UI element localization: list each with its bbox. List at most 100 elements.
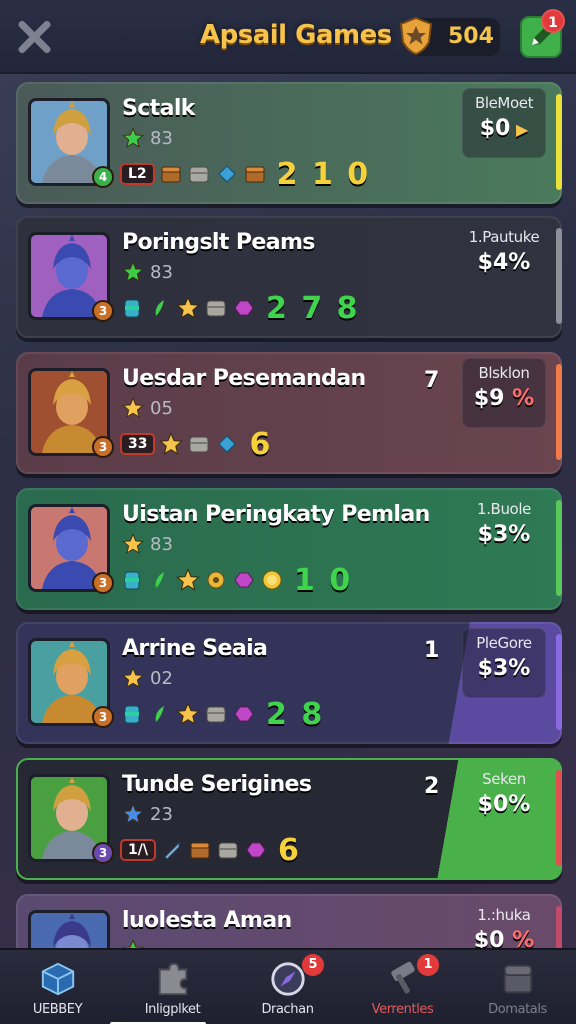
leaderboard-card[interactable]: 3 Tunde Serigines 23 1/\ 6 2 Seken $0%: [16, 758, 562, 880]
level-badge: 3: [92, 436, 114, 458]
nav-tab-uebbey[interactable]: UEBBEY: [0, 950, 115, 1024]
reward-value: $0 %: [462, 928, 546, 948]
leaderboard-list: 4 Sctalk 83 L2 2 1 0 BleMoet $0 ▶ 3 Poringslt Pe…: [0, 80, 576, 948]
reward-label: Seken: [482, 770, 526, 788]
inventory-row: 33 6: [120, 426, 272, 462]
rating-row: 83: [122, 126, 173, 150]
reward-value: $3%: [462, 522, 546, 547]
star-icon: [159, 432, 184, 455]
inventory-row: 1 0: [120, 562, 352, 598]
nav-label: UEBBEY: [32, 1002, 83, 1017]
reward-suffix: ▶: [510, 120, 529, 139]
leaderboard-card[interactable]: 3 Uesdar Pesemandan 05 33 6 7 Blsklon $9 %: [16, 352, 562, 474]
reward-box[interactable]: Blsklon $9 %: [462, 358, 546, 428]
leaderboard-card[interactable]: 3 Poringslt Peams 83 2 7 8 1.Pautuke $4%: [16, 216, 562, 338]
page-title: Apsail Games: [200, 20, 392, 50]
card-accent-bar: [556, 94, 562, 190]
shield-star-icon: [399, 16, 433, 56]
reward-label: BleMoet: [474, 94, 534, 112]
coin-icon: [262, 570, 282, 590]
player-name: luolesta Aman: [122, 908, 292, 933]
score-value: 6: [277, 832, 301, 868]
card-accent-bar: [556, 364, 562, 460]
reward-amount: $0: [473, 928, 505, 948]
rating-value: 05: [150, 397, 173, 419]
rating-value: 02: [150, 667, 173, 689]
reward-amount: $0%: [477, 792, 531, 817]
reward-value: $3%: [462, 656, 546, 681]
nav-tab-drachan[interactable]: Drachan 5: [230, 950, 345, 1024]
reward-box[interactable]: 1.:huka $0 %: [462, 900, 546, 948]
player-name: Arrine Seaia: [122, 636, 268, 661]
leaderboard-card[interactable]: 3 Uistan Peringkaty Pemlan 83 1 0 1.Buole $3%: [16, 488, 562, 610]
notification-badge: 1: [541, 9, 565, 33]
crystal-icon: [234, 706, 254, 722]
rank-tag: 1/\: [120, 839, 156, 861]
reward-amount: $3%: [477, 656, 531, 681]
card-accent-bar: [556, 500, 562, 596]
potion-icon: [124, 299, 140, 318]
rating-value: 83: [150, 127, 173, 149]
reward-box[interactable]: PleGore $3%: [462, 628, 546, 698]
leaderboard-card[interactable]: 4 Sctalk 83 L2 2 1 0 BleMoet $0 ▶: [16, 82, 562, 204]
nav-tab-domatals[interactable]: Domatals: [460, 950, 575, 1024]
close-button[interactable]: [14, 16, 54, 56]
card-accent-bar: [556, 770, 562, 866]
level-badge: 4: [92, 166, 114, 188]
inventory-row: 1/\ 6: [120, 832, 301, 868]
reward-amount: $3%: [477, 522, 531, 547]
reward-suffix: %: [504, 928, 535, 948]
player-name: Uesdar Pesemandan: [122, 366, 366, 391]
star-icon: [122, 667, 144, 688]
reward-label: 1.Buole: [477, 500, 531, 518]
stone-icon: [218, 842, 238, 859]
rating-row: 02: [122, 666, 173, 690]
star-icon: [122, 397, 144, 418]
player-name: Tunde Serigines: [122, 772, 312, 797]
leaderboard-card[interactable]: 3 Arrine Seaia 02 2 8 1 PleGore $3%: [16, 622, 562, 744]
cube-icon: [41, 962, 75, 996]
reward-box[interactable]: BleMoet $0 ▶: [462, 88, 546, 158]
rating-row: 23: [122, 802, 173, 826]
gem-icon: [217, 165, 236, 183]
chest-icon: [503, 964, 533, 994]
inventory-row: L2 2 1 0: [120, 156, 370, 192]
score-value: 2 8: [266, 696, 325, 732]
leaf-icon: [155, 300, 164, 316]
reward-box[interactable]: 1.Pautuke $4%: [462, 222, 546, 292]
rating-value: 83: [150, 533, 173, 555]
crystal-icon: [234, 300, 254, 316]
rating-row: [122, 938, 144, 948]
nav-label: Drachan: [261, 1002, 314, 1017]
level-badge: 3: [92, 300, 114, 322]
player-name: Poringslt Peams: [122, 230, 315, 255]
leaderboard-card[interactable]: luolesta Aman 1.:huka $0 %: [16, 894, 562, 948]
score-value: 1 0: [294, 562, 353, 598]
reward-value: $0 ▶: [462, 116, 546, 141]
rating-row: 83: [122, 260, 173, 284]
reward-box[interactable]: Seken $0%: [462, 764, 546, 834]
rating-row: 83: [122, 532, 173, 556]
card-accent-bar: [556, 228, 562, 324]
nav-tab-verrentles[interactable]: Verrentles 1: [345, 950, 460, 1024]
rating-value: 23: [150, 803, 173, 825]
stone-icon: [206, 706, 226, 723]
rating-value: 83: [150, 261, 173, 283]
rank-tag: L2: [120, 163, 155, 185]
gear-icon: [207, 571, 225, 589]
hero-portrait: [31, 913, 107, 948]
reward-amount: $0: [479, 116, 511, 141]
reward-box[interactable]: 1.Buole $3%: [462, 494, 546, 564]
reward-value: $4%: [462, 250, 546, 275]
chest-icon: [245, 166, 265, 183]
nav-tab-inligplket[interactable]: Inligplket: [115, 950, 230, 1024]
reward-value: $0%: [462, 792, 546, 817]
star-icon: [122, 261, 144, 282]
level-badge: 3: [92, 572, 114, 594]
nav-label: Domatals: [488, 1002, 547, 1017]
reward-label: 1.Pautuke: [468, 228, 540, 246]
nav-label: Inligplket: [144, 1002, 201, 1017]
rank-number: 1: [424, 638, 440, 663]
rating-row: 05: [122, 396, 173, 420]
leaf-icon: [155, 706, 164, 722]
